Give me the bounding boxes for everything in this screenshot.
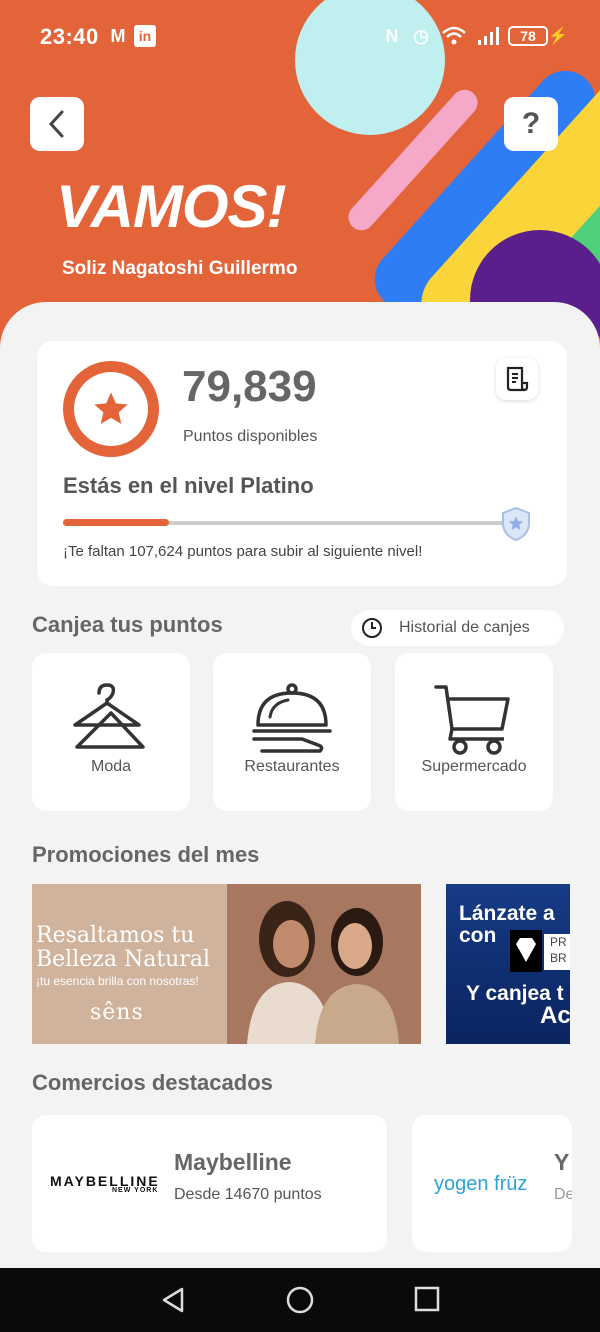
hanger-icon <box>73 683 145 749</box>
redeem-section-title: Canjea tus puntos <box>32 612 223 637</box>
linkedin-icon: in <box>134 25 156 47</box>
statement-button[interactable] <box>496 358 538 400</box>
clock-icon <box>362 618 382 638</box>
vamos-logo: VAMOS! <box>56 173 287 240</box>
merchant-name: Y <box>554 1149 570 1175</box>
history-label: Historial de canjes <box>399 619 530 636</box>
charging-icon: ⚡ <box>548 28 568 45</box>
back-button[interactable] <box>30 97 84 151</box>
promo-brand: sêns <box>90 1000 144 1025</box>
chevron-left-icon <box>48 110 64 138</box>
merchant-points: Desde 14670 puntos <box>174 1186 322 1203</box>
merchant-card-maybelline[interactable]: MAYBELLINE NEW YORK Maybelline Desde 146… <box>32 1115 387 1252</box>
level-progress-bar <box>63 519 513 526</box>
maybelline-logo-sub: NEW YORK <box>112 1187 159 1194</box>
category-label: Moda <box>90 758 132 775</box>
receipt-icon <box>506 366 529 392</box>
system-nav-bar <box>0 1268 600 1332</box>
user-name: Soliz Nagatoshi Guillermo <box>62 258 298 279</box>
points-value: 79,839 <box>182 362 317 411</box>
points-label: Puntos disponibles <box>183 428 318 445</box>
merchant-points: De <box>554 1186 572 1203</box>
promo-banner-2[interactable]: Lánzate a con PR BR Y canjea t Ac <box>446 884 570 1044</box>
nav-recents-icon[interactable] <box>414 1286 440 1312</box>
category-label: Restaurantes <box>244 758 340 775</box>
level-progress-fill <box>63 519 169 526</box>
promo-photo <box>227 884 421 1044</box>
signal-icon <box>478 27 499 45</box>
merchant-name: Maybelline <box>174 1149 292 1175</box>
promo2-line1: Lánzate a <box>459 902 555 925</box>
cloche-icon <box>252 683 332 753</box>
promo-banner-sens[interactable]: Resaltamos tu Belleza Natural ¡tu esenci… <box>32 884 421 1044</box>
wifi-icon <box>442 26 466 45</box>
category-restaurantes[interactable]: Restaurantes <box>213 653 371 811</box>
help-button[interactable]: ? <box>504 97 558 151</box>
status-time: 23:40 <box>40 24 99 49</box>
promo-subline: ¡tu esencia brilla con nosotras! <box>36 974 199 988</box>
category-supermercado[interactable]: Supermercado <box>395 653 553 811</box>
nfc-icon: N <box>385 25 399 46</box>
remaining-points-text: ¡Te faltan 107,624 puntos para subir al … <box>63 543 423 560</box>
alarm-icon: ◷ <box>413 25 429 46</box>
level-text: Estás en el nivel Platino <box>63 473 314 498</box>
promo2-line2: con <box>459 924 497 947</box>
merchants-section-title: Comercios destacados <box>32 1070 273 1095</box>
history-button[interactable]: Historial de canjes <box>351 610 564 646</box>
star-badge-icon <box>63 361 159 457</box>
platinum-shield-icon <box>502 506 530 542</box>
promo2-line4: Ac <box>540 1002 570 1029</box>
promo-headline: Resaltamos tu Belleza Natural <box>36 923 211 972</box>
screen: 23:40 M in N ◷ 78 ⚡ ? VAMOS! Soliz Nagat… <box>0 0 600 1332</box>
promo2-brand: PR BR <box>544 934 570 970</box>
mail-icon: M <box>110 25 126 46</box>
promos-section-title: Promociones del mes <box>32 842 260 867</box>
cart-icon <box>434 685 510 755</box>
nav-home-icon[interactable] <box>285 1285 315 1315</box>
nav-back-icon[interactable] <box>160 1286 186 1314</box>
status-bar: 23:40 M in N ◷ 78 ⚡ <box>0 0 600 62</box>
diamond-logo-icon <box>510 930 542 972</box>
battery-indicator: 78 <box>508 26 548 46</box>
category-label: Supermercado <box>421 758 527 775</box>
merchant-card-yogenfruz[interactable]: yogen früz Y De <box>412 1115 572 1252</box>
yogenfruz-logo: yogen früz <box>434 1173 528 1195</box>
category-moda[interactable]: Moda <box>32 653 190 811</box>
